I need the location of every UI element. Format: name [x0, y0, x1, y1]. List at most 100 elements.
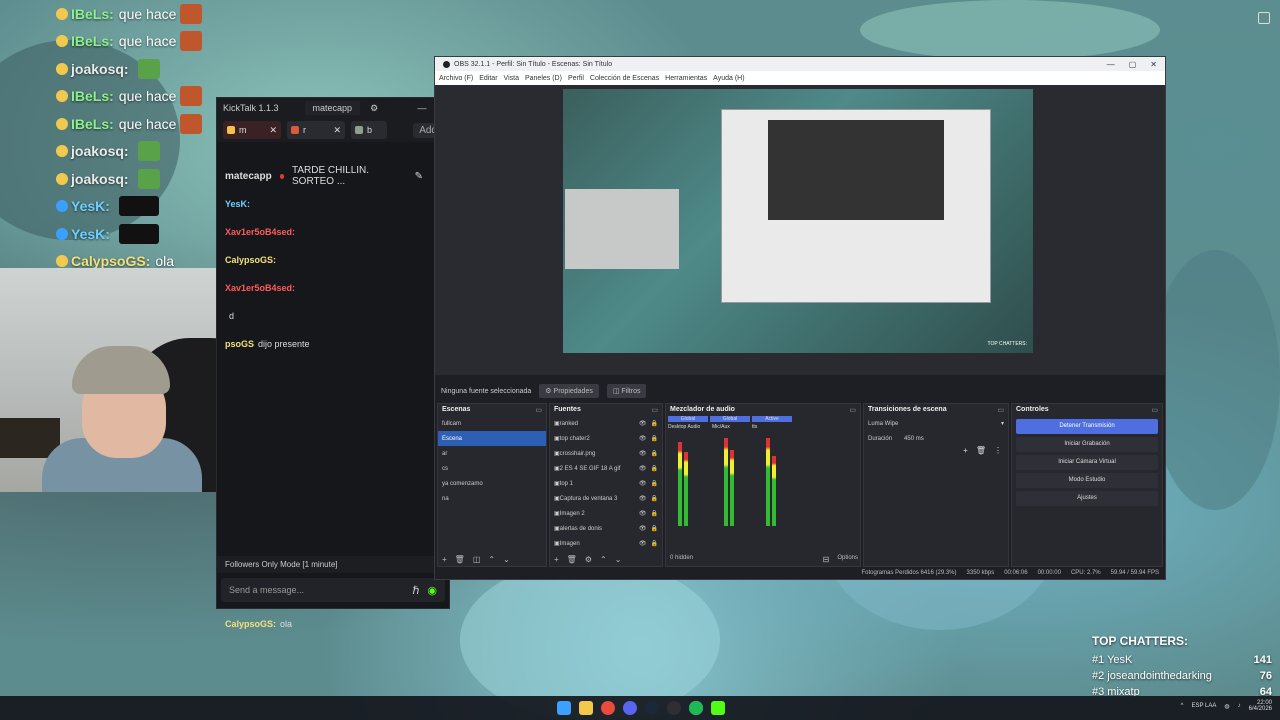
- mixer-layout-icon[interactable]: ⊟: [823, 555, 830, 564]
- network-icon[interactable]: ◍: [1224, 703, 1229, 710]
- chat-tab[interactable]: b: [351, 121, 387, 139]
- options-button[interactable]: Options: [837, 555, 858, 564]
- move-down-icon[interactable]: ⌄: [503, 555, 510, 564]
- scene-item[interactable]: Escena: [438, 431, 546, 446]
- kick-icon[interactable]: [711, 701, 725, 715]
- spotify-icon[interactable]: [689, 701, 703, 715]
- settings-button[interactable]: Ajustes: [1016, 491, 1158, 506]
- kicktalk-window-tab[interactable]: matecapp: [304, 101, 361, 115]
- eye-icon[interactable]: 👁: [639, 510, 647, 517]
- scene-item[interactable]: ar: [438, 446, 546, 461]
- filter-icon[interactable]: ◫: [473, 555, 481, 564]
- chat-tab[interactable]: m ✕: [223, 121, 281, 139]
- studio-mode-button[interactable]: Modo Estudio: [1016, 473, 1158, 488]
- menu-item[interactable]: Paneles (D): [525, 75, 562, 82]
- windows-start-icon[interactable]: [557, 701, 571, 715]
- chat-username[interactable]: psoGS: [225, 339, 254, 349]
- transition-select[interactable]: Luma Wipe ▾: [864, 416, 1008, 431]
- eye-icon[interactable]: 👁: [639, 420, 647, 427]
- lock-icon[interactable]: 🔒: [651, 525, 658, 532]
- mixer-channel[interactable]: Desktop Audio: [668, 424, 708, 430]
- chat-username[interactable]: Xav1er5oB4sed:: [225, 283, 295, 293]
- trash-icon[interactable]: 🗑: [567, 555, 577, 564]
- widgets-icon[interactable]: [1258, 12, 1270, 24]
- eye-icon[interactable]: 👁: [639, 495, 647, 502]
- chat-username[interactable]: Xav1er5oB4sed:: [225, 227, 295, 237]
- steam-icon[interactable]: [645, 701, 659, 715]
- lock-icon[interactable]: 🔒: [651, 510, 658, 517]
- more-icon[interactable]: ⋮: [994, 446, 1002, 455]
- dock-options-icon[interactable]: ▭: [849, 406, 856, 414]
- lock-icon[interactable]: 🔒: [651, 480, 658, 487]
- clock[interactable]: 22:00 6/4/2026: [1249, 700, 1272, 712]
- move-up-icon[interactable]: ⌃: [600, 555, 607, 564]
- eye-icon[interactable]: 👁: [639, 540, 647, 547]
- discord-icon[interactable]: [623, 701, 637, 715]
- source-item[interactable]: ▣ alertas de donis 👁 🔒: [550, 521, 662, 536]
- lock-icon[interactable]: 🔒: [651, 540, 658, 547]
- scene-item[interactable]: cs: [438, 461, 546, 476]
- minimize-icon[interactable]: —: [417, 103, 426, 113]
- source-item[interactable]: ▣ ranked 👁 🔒: [550, 416, 662, 431]
- source-item[interactable]: ▣ Imagen 👁 🔒: [550, 536, 662, 551]
- eye-icon[interactable]: 👁: [639, 480, 647, 487]
- dock-options-icon[interactable]: ▭: [1151, 406, 1158, 414]
- source-item[interactable]: ▣ top chater2 👁 🔒: [550, 431, 662, 446]
- stop-streaming-button[interactable]: Detener Transmisión: [1016, 419, 1158, 434]
- scene-item[interactable]: na: [438, 491, 546, 506]
- scene-item[interactable]: fullcam: [438, 416, 546, 431]
- duration-input[interactable]: 450 ms: [904, 436, 924, 442]
- menu-item[interactable]: Vista: [504, 75, 519, 82]
- source-item[interactable]: ▣ 2 ES 4 SE GIF 18 A gif 👁 🔒: [550, 461, 662, 476]
- lock-icon[interactable]: 🔒: [651, 420, 658, 427]
- menu-item[interactable]: Editar: [479, 75, 497, 82]
- chat-username[interactable]: YesK:: [225, 199, 250, 209]
- language-indicator[interactable]: ESP LAA: [1191, 703, 1216, 709]
- settings-icon[interactable]: ⚙: [370, 103, 378, 114]
- kick-emote-icon[interactable]: ◉: [427, 584, 437, 597]
- chat-username[interactable]: CalypsoGS:: [225, 619, 276, 629]
- add-icon[interactable]: +: [442, 555, 447, 564]
- gear-icon[interactable]: ⚙: [585, 555, 592, 564]
- lock-icon[interactable]: 🔒: [651, 435, 658, 442]
- chat-tab[interactable]: r ✕: [287, 121, 345, 139]
- source-item[interactable]: ▣ Imagen 2 👁 🔒: [550, 506, 662, 521]
- source-item[interactable]: ▣ top 1 👁 🔒: [550, 476, 662, 491]
- trash-icon[interactable]: 🗑: [976, 446, 986, 455]
- filters-button[interactable]: ◫ Filtros: [606, 384, 647, 398]
- menu-item[interactable]: Ayuda (H): [713, 75, 744, 82]
- mixer-channel[interactable]: tts: [752, 424, 788, 430]
- chat-message-input[interactable]: Send a message... ℏ ◉: [221, 578, 445, 602]
- close-icon[interactable]: ✕: [1150, 60, 1157, 69]
- dock-options-icon[interactable]: ▭: [651, 406, 658, 414]
- obs-icon[interactable]: [667, 701, 681, 715]
- lock-icon[interactable]: 🔒: [651, 450, 658, 457]
- scene-item[interactable]: ya comenzamo: [438, 476, 546, 491]
- close-icon[interactable]: ✕: [333, 125, 341, 136]
- tray-chevron-icon[interactable]: ^: [1181, 703, 1184, 709]
- move-up-icon[interactable]: ⌃: [488, 555, 495, 564]
- add-icon[interactable]: +: [554, 555, 559, 564]
- dock-options-icon[interactable]: ▭: [535, 406, 542, 414]
- minimize-icon[interactable]: —: [1107, 60, 1115, 69]
- close-icon[interactable]: ✕: [269, 125, 277, 136]
- eye-icon[interactable]: 👁: [639, 525, 647, 532]
- menu-item[interactable]: Colección de Escenas: [590, 75, 659, 82]
- source-item[interactable]: ▣ Captura de ventana 3 👁 🔒: [550, 491, 662, 506]
- emote-picker-icon[interactable]: ℏ: [412, 584, 419, 597]
- menu-item[interactable]: Herramientas: [665, 75, 707, 82]
- maximize-icon[interactable]: ▢: [1129, 60, 1137, 69]
- chat-username[interactable]: CalypsoGS:: [225, 255, 276, 265]
- eye-icon[interactable]: 👁: [639, 435, 647, 442]
- start-recording-button[interactable]: Iniciar Grabación: [1016, 437, 1158, 452]
- trash-icon[interactable]: 🗑: [455, 555, 465, 564]
- chrome-icon[interactable]: [601, 701, 615, 715]
- mixer-channel[interactable]: Mic/Aux: [712, 424, 748, 430]
- eye-icon[interactable]: 👁: [639, 465, 647, 472]
- dock-options-icon[interactable]: ▭: [997, 406, 1004, 414]
- file-explorer-icon[interactable]: [579, 701, 593, 715]
- start-virtual-camera-button[interactable]: Iniciar Cámara Virtual: [1016, 455, 1158, 470]
- volume-icon[interactable]: ♪: [1238, 703, 1241, 709]
- lock-icon[interactable]: 🔒: [651, 495, 658, 502]
- menu-item[interactable]: Archivo (F): [439, 75, 473, 82]
